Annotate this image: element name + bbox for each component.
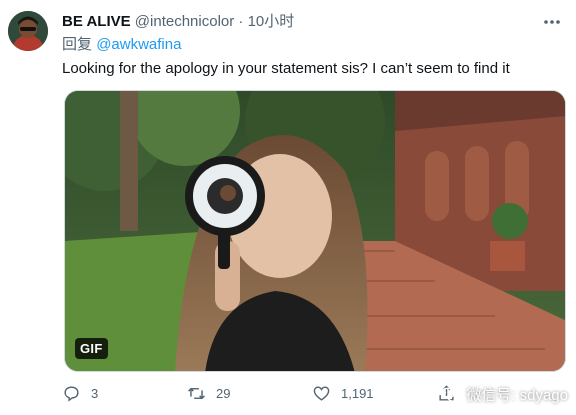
like-count: 1,191 [341,386,374,401]
heart-icon [313,386,330,401]
wechat-icon [440,387,459,402]
tweet-text: Looking for the apology in your statemen… [62,60,510,77]
ellipsis-icon[interactable] [542,13,562,31]
display-name[interactable]: BE ALIVE [62,13,131,30]
gif-badge: GIF [75,338,108,359]
reply-context: 回复 @awkwafina [62,36,181,54]
reply-button[interactable]: 3 [62,384,98,403]
reply-prefix: 回复 [62,36,93,53]
reply-icon [64,386,79,402]
wechat-watermark: 微信号: sdyago [440,384,568,405]
avatar[interactable] [8,11,48,51]
gif-media[interactable]: GIF [64,90,566,372]
watermark-text: 微信号: sdyago [466,387,568,404]
separator-dot: · [238,13,244,30]
retweet-count: 29 [216,386,231,401]
gif-image [65,91,565,371]
reply-mention-link[interactable]: @awkwafina [96,36,181,53]
reply-count: 3 [91,386,99,401]
avatar-image [8,11,48,51]
retweet-icon [188,387,205,400]
retweet-button[interactable]: 29 [187,384,230,403]
like-button[interactable]: 1,191 [312,384,374,403]
tweet-header: BE ALIVE @intechnicolor · 10小时 [62,13,294,31]
timestamp[interactable]: 10小时 [248,13,295,30]
user-handle[interactable]: @intechnicolor [135,13,234,30]
